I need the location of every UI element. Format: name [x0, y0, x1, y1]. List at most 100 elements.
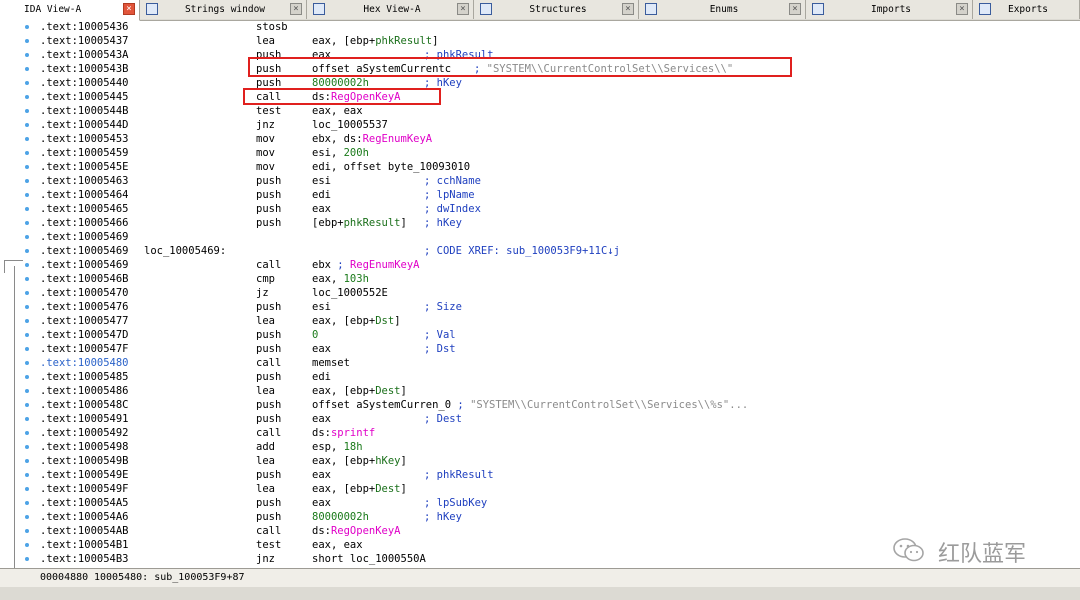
breakpoint-dot-icon[interactable] — [25, 347, 29, 351]
breakpoint-dot-icon[interactable] — [25, 67, 29, 71]
listing-line[interactable]: .text:10005459 mov esi, 200h — [38, 146, 1080, 160]
tab-ida-view-a[interactable]: IDA View-A × — [0, 0, 140, 21]
breakpoint-dot-icon[interactable] — [25, 193, 29, 197]
listing-line[interactable]: .text:10005465 push eax ; dwIndex — [38, 202, 1080, 216]
listing-line[interactable]: .text:100054AB call ds:RegOpenKeyA — [38, 524, 1080, 538]
breakpoint-dot-icon[interactable] — [25, 137, 29, 141]
listing-line[interactable]: .text:10005476 push esi ; Size — [38, 300, 1080, 314]
breakpoint-dot-icon[interactable] — [25, 165, 29, 169]
breakpoint-dot-icon[interactable] — [25, 123, 29, 127]
listing-line[interactable]: .text:10005477 lea eax, [ebp+Dst] — [38, 314, 1080, 328]
listing-line[interactable]: .text:10005492 call ds:sprintf — [38, 426, 1080, 440]
listing-line[interactable]: .text:100054A6 push 80000002h ; hKey — [38, 510, 1080, 524]
tab-enums[interactable]: Enums × — [639, 0, 806, 19]
listing-line[interactable]: .text:10005445 call ds:RegOpenKeyA — [38, 90, 1080, 104]
listing-line[interactable]: .text:10005437 lea eax, [ebp+phkResult] — [38, 34, 1080, 48]
breakpoint-dot-icon[interactable] — [25, 403, 29, 407]
breakpoint-dot-icon[interactable] — [25, 249, 29, 253]
breakpoint-dot-icon[interactable] — [25, 277, 29, 281]
operand-token[interactable]: Dest — [375, 483, 400, 495]
breakpoint-dot-icon[interactable] — [25, 389, 29, 393]
operand-token[interactable]: sprintf — [331, 427, 375, 439]
breakpoint-dot-icon[interactable] — [25, 459, 29, 463]
close-tab-icon[interactable]: × — [789, 3, 801, 15]
listing-line[interactable]: .text:10005498 add esp, 18h — [38, 440, 1080, 454]
operand-token[interactable]: hKey — [375, 455, 400, 467]
breakpoint-dot-icon[interactable] — [25, 95, 29, 99]
breakpoint-dot-icon[interactable] — [25, 81, 29, 85]
operand-token[interactable]: RegEnumKeyA — [350, 259, 420, 271]
close-tab-icon[interactable]: × — [123, 3, 135, 15]
listing-line[interactable]: .text:10005469 loc_10005469: ; CODE XREF: … — [38, 244, 1080, 258]
listing-line[interactable]: .text:10005453 mov ebx, ds:RegEnumKeyA — [38, 132, 1080, 146]
breakpoint-dot-icon[interactable] — [25, 151, 29, 155]
tab-hex-view-a[interactable]: Hex View-A × — [307, 0, 474, 19]
breakpoint-dot-icon[interactable] — [25, 445, 29, 449]
breakpoint-dot-icon[interactable] — [25, 109, 29, 113]
operand-token[interactable]: phkResult — [344, 217, 401, 229]
breakpoint-dot-icon[interactable] — [25, 25, 29, 29]
breakpoint-dot-icon[interactable] — [25, 53, 29, 57]
breakpoint-dot-icon[interactable] — [25, 501, 29, 505]
listing-line[interactable]: .text:10005440 push 80000002h; hKey — [38, 76, 1080, 90]
listing-line[interactable]: .text:10005463 push esi ; cchName — [38, 174, 1080, 188]
listing-line[interactable]: .text:1000549E push eax ; phkResult — [38, 468, 1080, 482]
listing-line[interactable]: .text:10005470 jz loc_1000552E — [38, 286, 1080, 300]
listing-line[interactable]: .text:10005469 call ebx ; RegEnumKeyA — [38, 258, 1080, 272]
operand-token[interactable]: phkResult — [375, 35, 432, 47]
close-tab-icon[interactable]: × — [290, 3, 302, 15]
breakpoint-dot-icon[interactable] — [25, 487, 29, 491]
breakpoint-dot-icon[interactable] — [25, 305, 29, 309]
xref-comment[interactable]: ; CODE XREF: sub_100053F9+11C↓j — [424, 244, 620, 258]
listing-line[interactable]: .text:10005485 push edi — [38, 370, 1080, 384]
listing-line[interactable]: .text:1000544D jnz loc_10005537 — [38, 118, 1080, 132]
breakpoint-dot-icon[interactable] — [25, 333, 29, 337]
breakpoint-dot-icon[interactable] — [25, 221, 29, 225]
disassembly-listing[interactable]: .text:10005436 stosb .text:10005437 lea eax,… — [38, 20, 1080, 568]
listing-line[interactable]: .text:1000548C push offset aSystemCurren_0… — [38, 398, 1080, 412]
listing-line[interactable]: .text:10005466 push [ebp+phkResult] ; hKey — [38, 216, 1080, 230]
breakpoint-dot-icon[interactable] — [25, 263, 29, 267]
listing-line[interactable]: .text:1000546B cmp eax, 103h — [38, 272, 1080, 286]
listing-line[interactable]: .text:1000549B lea eax, [ebp+hKey] — [38, 454, 1080, 468]
tab-exports[interactable]: Exports — [973, 0, 1080, 19]
close-tab-icon[interactable]: × — [622, 3, 634, 15]
listing-line[interactable]: .text:1000545E mov edi, offset byte_100930… — [38, 160, 1080, 174]
listing-line[interactable]: .text:1000549F lea eax, [ebp+Dest] — [38, 482, 1080, 496]
listing-line[interactable]: .text:100054A5 push eax ; lpSubKey — [38, 496, 1080, 510]
listing-line[interactable]: .text:10005469 — [38, 230, 1080, 244]
operand-token[interactable]: Dest — [375, 385, 400, 397]
breakpoint-dot-icon[interactable] — [25, 375, 29, 379]
breakpoint-dot-icon[interactable] — [25, 529, 29, 533]
breakpoint-dot-icon[interactable] — [25, 473, 29, 477]
breakpoint-dot-icon[interactable] — [25, 431, 29, 435]
listing-line[interactable]: .text:10005480 call memset — [38, 356, 1080, 370]
operand-token[interactable]: RegEnumKeyA — [363, 133, 433, 145]
listing-line[interactable]: .text:1000547F push eax ; Dst — [38, 342, 1080, 356]
breakpoint-dot-icon[interactable] — [25, 207, 29, 211]
tab-structures[interactable]: Structures × — [474, 0, 639, 19]
breakpoint-dot-icon[interactable] — [25, 543, 29, 547]
listing-line[interactable]: .text:10005486 lea eax, [ebp+Dest] — [38, 384, 1080, 398]
tab-strings-window[interactable]: Strings window × — [140, 0, 307, 19]
breakpoint-dot-icon[interactable] — [25, 179, 29, 183]
operand-token[interactable]: RegOpenKeyA — [331, 525, 401, 537]
breakpoint-dot-icon[interactable] — [25, 515, 29, 519]
breakpoint-dot-icon[interactable] — [25, 291, 29, 295]
close-tab-icon[interactable]: × — [956, 3, 968, 15]
breakpoint-dot-icon[interactable] — [25, 39, 29, 43]
breakpoint-dot-icon[interactable] — [25, 557, 29, 561]
listing-line[interactable]: .text:10005464 push edi ; lpName — [38, 188, 1080, 202]
bottom-scroll-strip[interactable] — [0, 587, 1080, 600]
code-label[interactable]: loc_10005469: — [144, 244, 226, 258]
breakpoint-dot-icon[interactable] — [25, 361, 29, 365]
operand-token[interactable]: Dst — [375, 315, 394, 327]
breakpoint-dot-icon[interactable] — [25, 319, 29, 323]
breakpoint-dot-icon[interactable] — [25, 417, 29, 421]
close-tab-icon[interactable]: × — [457, 3, 469, 15]
listing-line[interactable]: .text:1000544B test eax, eax — [38, 104, 1080, 118]
tab-imports[interactable]: Imports × — [806, 0, 973, 19]
listing-line[interactable]: .text:10005436 stosb — [38, 20, 1080, 34]
breakpoint-dot-icon[interactable] — [25, 235, 29, 239]
listing-line[interactable]: .text:1000547D push 0 ; Val — [38, 328, 1080, 342]
